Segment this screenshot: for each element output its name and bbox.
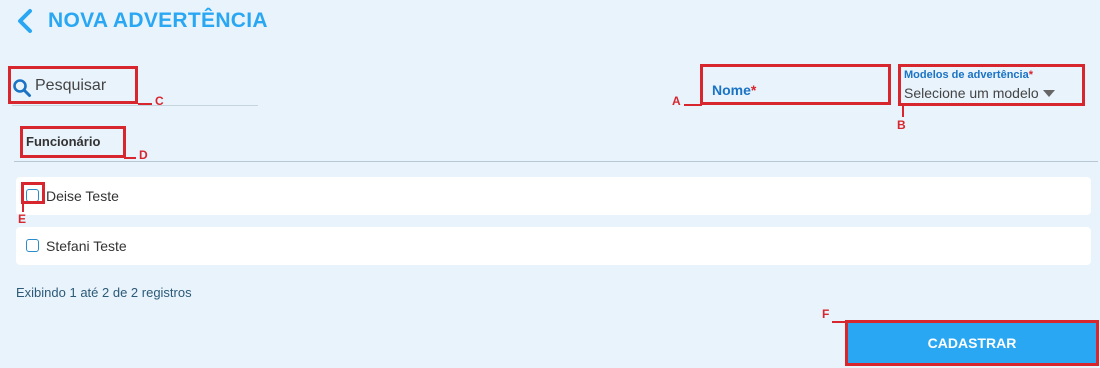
annotation-line-c [138,103,152,105]
divider [14,161,1098,162]
annotation-box-b [898,64,1085,106]
annotation-box-c [8,66,138,104]
page-header: NOVA ADVERTÊNCIA [14,6,268,36]
annotation-box-e [21,182,45,204]
annotation-box-f [845,320,1099,366]
annotation-label-b: B [897,118,906,132]
annotation-label-e: E [18,212,27,226]
page-title: NOVA ADVERTÊNCIA [48,9,268,32]
annotation-line-f [832,321,846,323]
table-row[interactable]: Stefani Teste [16,227,1091,265]
records-count: Exibindo 1 até 2 de 2 registros [16,285,192,300]
employee-name: Stefani Teste [46,238,127,254]
annotation-label-f: F [822,307,830,321]
annotation-line-d [124,157,136,159]
annotation-label-d: D [139,148,148,162]
back-arrow-icon[interactable] [14,7,36,35]
annotation-box-d [20,126,126,158]
annotation-line-b [902,105,904,117]
annotation-box-a [700,64,891,105]
table-row[interactable]: Deise Teste [16,177,1091,215]
annotation-line-a [684,104,702,106]
row-checkbox[interactable] [26,239,39,252]
annotation-line-e [22,203,24,212]
annotation-label-a: A [672,94,681,108]
employee-name: Deise Teste [46,188,119,204]
annotation-label-c: C [155,94,164,108]
